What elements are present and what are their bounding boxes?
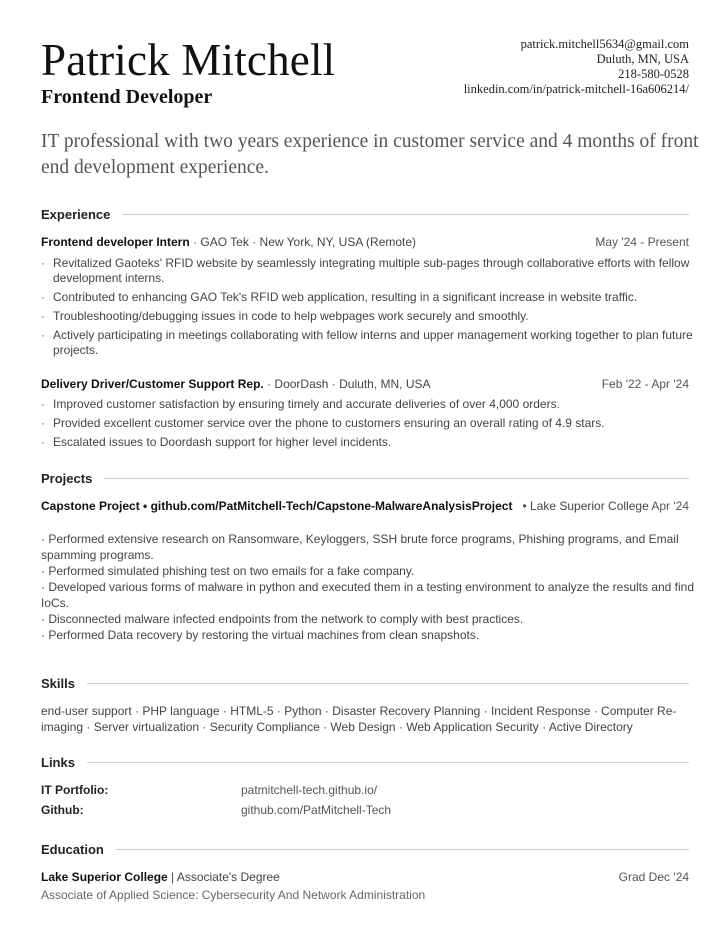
link-label: Github: [41,803,84,817]
education-field: Associate of Applied Science: Cybersecur… [41,887,689,903]
experience-section-header: Experience [41,206,689,222]
skills-section-header: Skills [41,675,689,691]
skills-title: Skills [41,675,75,691]
list-item: · Actively participating in meetings coll… [41,328,693,357]
list-item: · Performed simulated phishing test on t… [41,564,415,578]
projects-section-header: Projects [41,470,689,486]
links-title: Links [41,754,75,770]
experience-title: Experience [41,206,111,222]
education-section-header: Education [41,841,689,857]
education-date: Grad Dec '24 [618,870,689,884]
link-row-portfolio: IT Portfolio: patmitchell-tech.github.io/ [41,782,377,798]
project-org: Lake Superior College [530,499,649,513]
job-company: DoorDash [274,377,329,391]
section-divider [115,848,689,850]
job-heading: Delivery Driver/Customer Support Rep. · … [41,377,431,391]
list-item: · Developed various forms of malware in … [41,580,695,610]
project-heading: Capstone Project • github.com/PatMitchel… [41,499,649,513]
list-item: · Performed Data recovery by restoring t… [41,628,480,642]
contact-location: Duluth, MN, USA [596,52,689,66]
portfolio-link[interactable]: patmitchell-tech.github.io/ [241,783,377,797]
project-header: Capstone Project • github.com/PatMitchel… [41,498,689,514]
job-bullets: · Improved customer satisfaction by ensur… [41,397,701,454]
list-item: · Performed extensive research on Ransom… [41,532,679,562]
candidate-role: Frontend Developer [41,86,213,108]
link-row-github: Github: github.com/PatMitchell-Tech [41,802,391,818]
job-header: Delivery Driver/Customer Support Rep. · … [41,376,689,392]
list-item: · Provided excellent customer service ove… [41,416,605,430]
education-title: Education [41,841,104,857]
job-location: Duluth, MN, USA [339,377,431,391]
job-bullets: · Revitalized Gaoteks' RFID website by se… [41,256,701,362]
list-item: · Contributed to enhancing GAO Tek's RFID… [41,290,638,304]
job-company: GAO Tek [200,235,249,249]
job-date: Feb '22 - Apr '24 [601,377,689,391]
projects-title: Projects [41,470,93,486]
contact-phone[interactable]: 218-580-0528 [464,67,689,82]
candidate-name: Patrick Mitchell [41,35,336,85]
job-date: May '24 - Present [595,235,689,249]
link-label: IT Portfolio: [41,783,109,797]
project-name: Capstone Project [41,499,140,513]
job-position: Delivery Driver/Customer Support Rep. [41,377,264,391]
skills-list: end-user support · PHP language · HTML-5… [41,704,677,734]
project-date: Apr '24 [651,499,689,513]
job-header: Frontend developer Intern · GAO Tek · Ne… [41,234,689,250]
degree: Associate's Degree [176,870,280,884]
list-item: · Escalated issues to Doordash support fo… [41,435,392,449]
education-heading: Lake Superior College | Associate's Degr… [41,870,280,884]
job-heading: Frontend developer Intern · GAO Tek · Ne… [41,235,417,249]
section-divider [86,761,689,763]
list-item: · Troubleshooting/debugging issues in cod… [41,309,529,323]
list-item: · Disconnected malware infected endpoint… [41,612,524,626]
job-position: Frontend developer Intern [41,235,190,249]
github-link[interactable]: github.com/PatMitchell-Tech [241,803,391,817]
section-divider [86,682,689,684]
school-name: Lake Superior College [41,870,168,884]
project-description: · Performed extensive research on Ransom… [41,531,696,643]
list-item: · Revitalized Gaoteks' RFID website by se… [41,256,690,285]
contact-block: patrick.mitchell5634@gmail.com Duluth, M… [464,37,689,97]
job-location: New York, NY, USA (Remote) [259,235,417,249]
project-link[interactable]: github.com/PatMitchell-Tech/Capstone-Mal… [151,499,513,513]
section-divider [122,213,689,215]
contact-email[interactable]: patrick.mitchell5634@gmail.com [464,37,689,52]
section-divider [104,477,689,479]
summary: IT professional with two years experienc… [41,131,699,178]
contact-linkedin[interactable]: linkedin.com/in/patrick-mitchell-16a6062… [464,82,689,97]
list-item: · Improved customer satisfaction by ensur… [41,397,560,411]
education-header: Lake Superior College | Associate's Degr… [41,869,689,885]
field-of-study: Associate of Applied Science: Cybersecur… [41,888,426,902]
links-section-header: Links [41,754,689,770]
